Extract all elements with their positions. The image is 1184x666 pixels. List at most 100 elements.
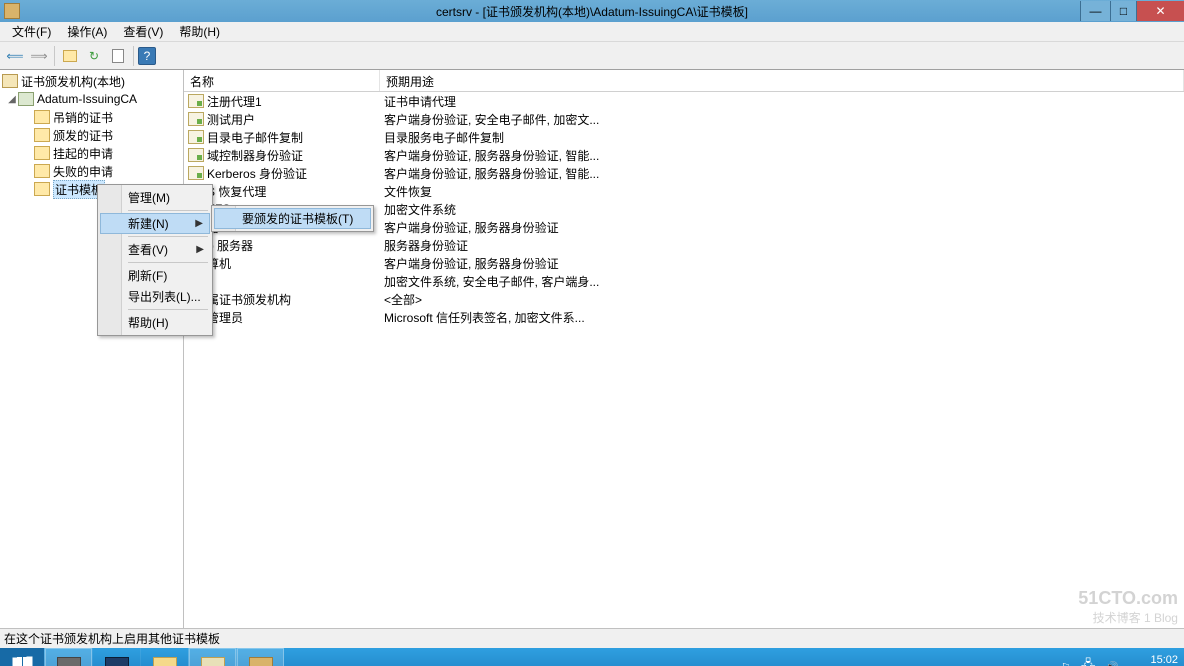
taskbar-powershell[interactable] [92,648,140,666]
tree-root-label: 证书颁发机构(本地) [21,73,125,90]
powershell-icon [105,657,129,666]
cell-purpose: 证书申请代理 [380,93,1184,110]
list-row[interactable]: 管理员Microsoft 信任列表签名, 加密文件系... [184,308,1184,326]
tree-item-failed[interactable]: 失败的申请 [0,162,183,180]
folder-button[interactable] [59,45,81,67]
template-icon [188,130,204,144]
ca-icon [18,92,34,106]
cell-name: 属证书颁发机构 [207,291,380,308]
list-row[interactable]: 测试用户客户端身份验证, 安全电子邮件, 加密文... [184,110,1184,128]
tree-ca[interactable]: ◢ Adatum-IssuingCA [0,90,183,108]
menu-label: 刷新(F) [128,267,167,284]
menu-action[interactable]: 操作(A) [59,21,115,42]
list-pane: 名称 预期用途 注册代理1证书申请代理测试用户客户端身份验证, 安全电子邮件, … [184,70,1184,628]
title-bar: certsrv - [证书颁发机构(本地)\Adatum-IssuingCA\证… [0,0,1184,22]
folder-icon [34,128,50,142]
system-tray: ⚐ 🖧 🔊 15:02 2015/3/13 [1061,654,1184,666]
taskbar-mmc[interactable] [188,648,236,666]
folder-icon [34,164,50,178]
close-button[interactable]: ✕ [1136,1,1184,21]
tray-clock[interactable]: 15:02 2015/3/13 [1129,654,1178,666]
tray-time: 15:02 [1129,654,1178,666]
list-row[interactable]: 目录电子邮件复制目录服务电子邮件复制 [184,128,1184,146]
cell-purpose: Microsoft 信任列表签名, 加密文件系... [380,309,1184,326]
cell-name: 算机 [207,255,380,272]
menu-bar: 文件(F) 操作(A) 查看(V) 帮助(H) [0,22,1184,42]
cell-name: 管理员 [207,309,380,326]
main-area: 证书颁发机构(本地) ◢ Adatum-IssuingCA 吊销的证书 颁发的证… [0,70,1184,628]
tree-root[interactable]: 证书颁发机构(本地) [0,72,183,90]
tree-item-pending[interactable]: 挂起的申请 [0,144,183,162]
help-button[interactable]: ? [138,47,156,65]
tray-volume-icon[interactable]: 🔊 [1105,661,1119,666]
tray-network-icon[interactable]: 🖧 [1081,656,1096,666]
forward-button[interactable]: ⟹ [28,45,50,67]
menu-export[interactable]: 导出列表(L)... [100,286,210,307]
cell-purpose: <全部> [380,291,1184,308]
submenu-arrow-icon: ▶ [196,244,204,255]
tray-flag-icon[interactable]: ⚐ [1061,661,1071,666]
folder-icon [34,182,50,196]
menu-view[interactable]: 查看(V) [115,21,171,42]
server-manager-icon [57,657,81,666]
cell-purpose: 客户端身份验证, 服务器身份验证 [380,219,1184,236]
list-row[interactable]: 加密文件系统, 安全电子邮件, 客户端身... [184,272,1184,290]
menu-help[interactable]: 帮助(H) [171,21,228,42]
certsrv-icon [249,657,273,666]
list-row[interactable]: 注册代理1证书申请代理 [184,92,1184,110]
cell-name: 注册代理1 [207,93,380,110]
menu-label: 帮助(H) [128,314,169,331]
tree-item-revoked[interactable]: 吊销的证书 [0,108,183,126]
menu-separator [128,262,208,263]
minimize-button[interactable]: — [1080,1,1110,21]
tree-ca-label: Adatum-IssuingCA [37,92,137,106]
cell-purpose: 客户端身份验证, 安全电子邮件, 加密文... [380,111,1184,128]
mmc-icon [201,657,225,666]
maximize-button[interactable]: □ [1110,1,1136,21]
cell-purpose: 文件恢复 [380,183,1184,200]
menu-manage[interactable]: 管理(M) [100,187,210,208]
list-row[interactable]: S 恢复代理文件恢复 [184,182,1184,200]
menu-refresh[interactable]: 刷新(F) [100,265,210,286]
menu-help[interactable]: 帮助(H) [100,312,210,333]
refresh-button[interactable]: ↻ [83,45,105,67]
ca-root-icon [2,74,18,88]
cell-purpose: 服务器身份验证 [380,237,1184,254]
taskbar-explorer[interactable] [140,648,188,666]
cell-name: 域控制器身份验证 [207,147,380,164]
list-row[interactable]: b 服务器服务器身份验证 [184,236,1184,254]
cell-name: S 恢复代理 [207,183,380,200]
template-icon [188,148,204,162]
folder-icon [34,110,50,124]
export-button[interactable] [107,45,129,67]
menu-label: 查看(V) [128,241,168,258]
column-purpose[interactable]: 预期用途 [380,70,1184,91]
list-row[interactable]: 算机客户端身份验证, 服务器身份验证 [184,254,1184,272]
list-row[interactable]: 属证书颁发机构<全部> [184,290,1184,308]
taskbar-server-manager[interactable] [44,648,92,666]
tree-item-label: 失败的申请 [53,163,113,180]
menu-separator [128,309,208,310]
taskbar: ⚐ 🖧 🔊 15:02 2015/3/13 [0,648,1184,666]
tree-item-issued[interactable]: 颁发的证书 [0,126,183,144]
list-row[interactable]: 域控制器身份验证客户端身份验证, 服务器身份验证, 智能... [184,146,1184,164]
menu-file[interactable]: 文件(F) [4,21,59,42]
menu-new[interactable]: 新建(N)▶ [100,213,210,234]
start-button[interactable] [0,648,44,666]
back-button[interactable]: ⟸ [4,45,26,67]
menu-view[interactable]: 查看(V) ▶ [100,239,210,260]
menu-label: 要颁发的证书模板(T) [242,210,353,227]
list-row[interactable]: Kerberos 身份验证客户端身份验证, 服务器身份验证, 智能... [184,164,1184,182]
window-title: certsrv - [证书颁发机构(本地)\Adatum-IssuingCA\证… [436,3,748,20]
taskbar-certsrv[interactable] [236,648,284,666]
menu-label: 新建(N) [128,215,169,232]
cell-purpose: 客户端身份验证, 服务器身份验证, 智能... [380,147,1184,164]
explorer-icon [153,657,177,666]
folder-icon [34,146,50,160]
menu-separator [128,210,208,211]
tree-item-label: 颁发的证书 [53,127,113,144]
expander-icon[interactable]: ◢ [6,94,18,105]
submenu-issue-template[interactable]: 要颁发的证书模板(T) [214,208,371,229]
toolbar-separator [133,46,134,66]
column-name[interactable]: 名称 [184,70,380,91]
